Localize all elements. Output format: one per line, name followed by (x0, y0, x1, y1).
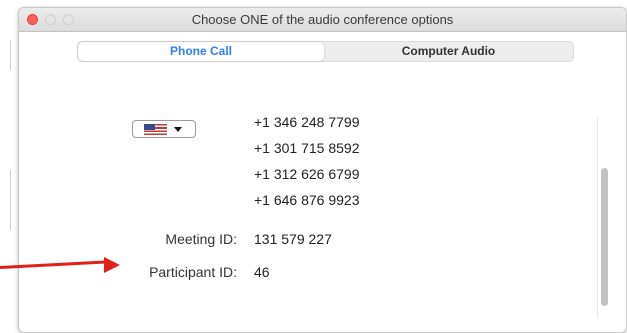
background-line (10, 170, 11, 230)
chevron-down-icon (174, 127, 182, 132)
vertical-scrollbar[interactable] (597, 118, 611, 318)
audio-options-window: Choose ONE of the audio conference optio… (18, 7, 627, 333)
background-edge (0, 0, 18, 333)
phone-number: +1 646 876 9923 (254, 192, 360, 208)
tab-phone-call[interactable]: Phone Call (78, 42, 324, 61)
participant-id-value: 46 (254, 264, 270, 280)
title-bar: Choose ONE of the audio conference optio… (19, 8, 626, 32)
meeting-id-value: 131 579 227 (254, 231, 332, 247)
us-flag-icon (144, 124, 167, 135)
background-line (10, 40, 11, 70)
participant-id-label: Participant ID: (149, 264, 237, 280)
meeting-id-label: Meeting ID: (165, 231, 237, 247)
annotation-arrow-icon (104, 257, 120, 273)
audio-option-tabs: Phone Call Computer Audio (77, 41, 574, 62)
phone-number: +1 312 626 6799 (254, 166, 360, 182)
scrollbar-thumb[interactable] (601, 168, 608, 306)
country-select[interactable] (132, 120, 196, 138)
phone-number: +1 301 715 8592 (254, 140, 360, 156)
window-title: Choose ONE of the audio conference optio… (191, 12, 454, 27)
tab-computer-audio[interactable]: Computer Audio (324, 42, 573, 61)
phone-number: +1 346 248 7799 (254, 114, 360, 130)
